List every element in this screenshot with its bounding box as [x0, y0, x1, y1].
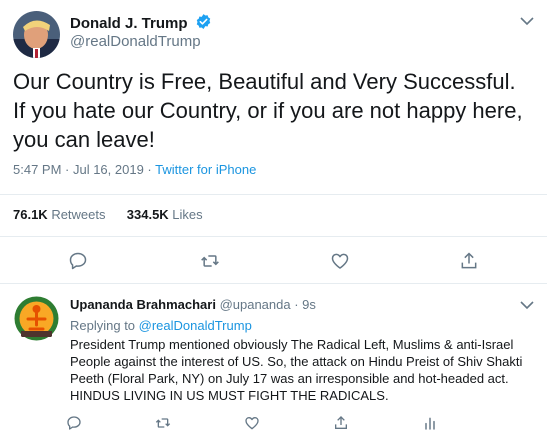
likes-count: 334.5K [126, 207, 169, 222]
reply-author-name[interactable]: Upananda Brahmachari [70, 297, 216, 312]
reply-icon[interactable] [68, 251, 88, 271]
share-icon[interactable] [459, 251, 479, 271]
replying-to: Replying to @realDonaldTrump [70, 318, 252, 333]
reply-share-icon[interactable] [333, 415, 349, 431]
chevron-down-icon[interactable] [519, 14, 535, 26]
reply-avatar[interactable] [13, 295, 60, 342]
avatar[interactable] [13, 11, 60, 58]
replying-to-link[interactable]: @realDonaldTrump [139, 318, 252, 333]
reply-text-line: President Trump mentioned obviously The … [70, 337, 514, 352]
reply-retweet-icon[interactable] [155, 415, 171, 431]
retweets-label: Retweets [47, 207, 106, 222]
reply-reply-icon[interactable] [66, 415, 82, 431]
reply-like-icon[interactable] [244, 415, 260, 431]
meta-separator: · [143, 162, 156, 177]
like-icon[interactable] [330, 251, 350, 271]
reply-header: Upananda Brahmachari @upananda · 9s [70, 297, 316, 312]
analytics-icon[interactable] [422, 415, 438, 431]
tweet-stats: 76.1K Retweets 334.5K Likes [13, 207, 203, 222]
likes-label: Likes [168, 207, 203, 222]
reply-text-line: People against the interest of US. So, t… [70, 354, 523, 369]
likes-stat[interactable]: 334.5K Likes [127, 207, 203, 222]
tweet-source[interactable]: Twitter for iPhone [155, 162, 256, 177]
reply-text-line: HINDUS LIVING IN US MUST FIGHT THE RADIC… [70, 388, 389, 403]
reply-author-handle[interactable]: @upananda [220, 297, 291, 312]
tweet-timestamp[interactable]: 5:47 PM · Jul 16, 2019 [13, 162, 144, 177]
reply-text: President Trump mentioned obviously The … [70, 336, 545, 404]
author-handle[interactable]: @realDonaldTrump [70, 33, 201, 50]
replying-to-prefix: Replying to [70, 318, 139, 333]
reply-timestamp[interactable]: 9s [302, 297, 316, 312]
retweets-count: 76.1K [13, 207, 48, 222]
reply-text-line: Peeth (Floral Park, NY) on July 17 was a… [70, 371, 509, 386]
author-name[interactable]: Donald J. Trump [70, 15, 188, 32]
divider [0, 194, 547, 195]
reply-chevron-down-icon[interactable] [519, 298, 535, 310]
verified-badge-icon [195, 13, 212, 35]
divider [0, 236, 547, 237]
retweets-stat[interactable]: 76.1K Retweets [13, 207, 106, 222]
tweet-meta: 5:47 PM · Jul 16, 2019 · Twitter for iPh… [13, 162, 256, 177]
author-name-row[interactable]: Donald J. Trump [70, 13, 212, 35]
tweet-text: Our Country is Free, Beautiful and Very … [13, 69, 523, 152]
divider [0, 283, 547, 284]
retweet-icon[interactable] [200, 251, 220, 271]
